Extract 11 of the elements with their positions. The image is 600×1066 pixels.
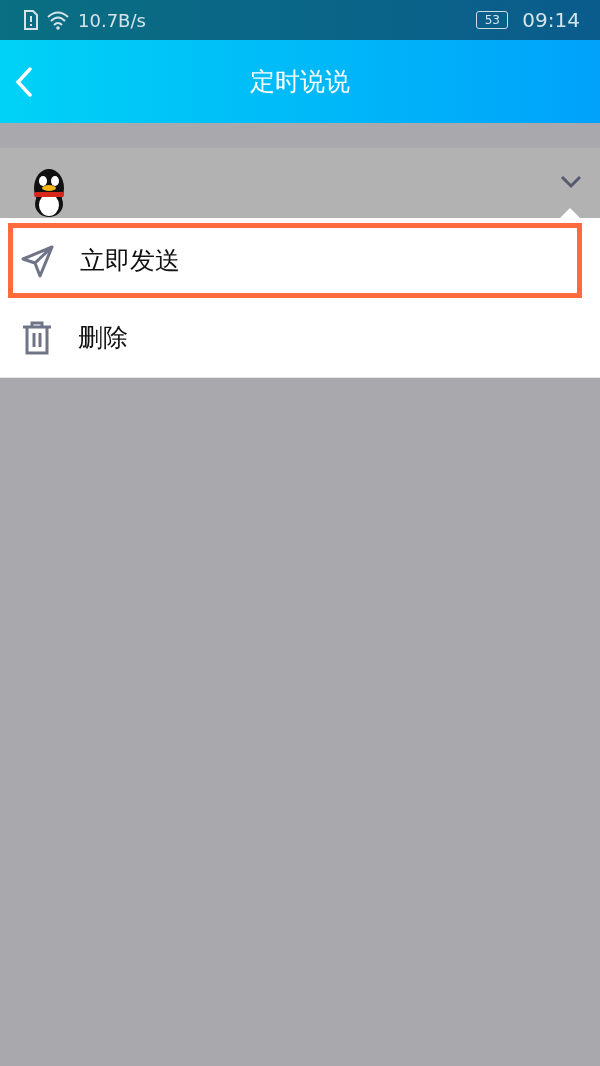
- battery-indicator: 53: [476, 11, 509, 29]
- menu-item[interactable]: 立即发送: [8, 223, 582, 298]
- chevron-down-icon[interactable]: [560, 175, 582, 189]
- back-icon[interactable]: [14, 67, 34, 97]
- network-speed: 10.7B/s: [78, 9, 146, 31]
- page-title: 定时说说: [250, 66, 350, 98]
- trash-icon: [20, 319, 54, 356]
- sim-alert-icon: [24, 10, 38, 30]
- clock: 09:14: [522, 8, 580, 32]
- wifi-icon: [46, 10, 70, 30]
- menu-item[interactable]: 删除: [0, 298, 600, 378]
